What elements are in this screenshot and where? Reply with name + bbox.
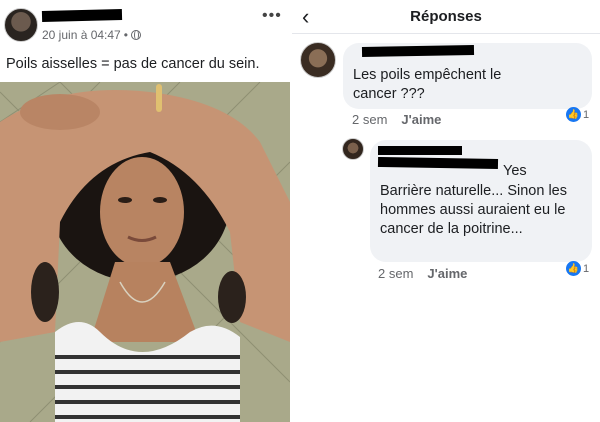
reaction-summary[interactable]: 👍 1 xyxy=(566,261,589,276)
like-button[interactable]: J'aime xyxy=(427,266,467,281)
page-title: Réponses xyxy=(410,8,482,25)
commenter-name-redacted xyxy=(361,45,475,57)
comment-actions: 2 sem J'aime xyxy=(352,112,441,127)
post-card: 20 juin à 04:47 • ••• Poils aisselles = … xyxy=(0,0,292,422)
comment-time[interactable]: 2 sem xyxy=(352,112,387,127)
reply-text-prefix: Yes xyxy=(503,163,527,179)
header-divider xyxy=(292,33,600,34)
post-meta: 20 juin à 04:47 • xyxy=(42,28,141,42)
comment-avatar[interactable] xyxy=(300,42,336,78)
reaction-count: 1 xyxy=(583,108,590,121)
globe-icon xyxy=(130,30,141,40)
meta-separator: • xyxy=(123,28,128,42)
reply-time[interactable]: 2 sem xyxy=(378,266,413,281)
reaction-count: 1 xyxy=(583,262,590,275)
reaction-summary[interactable]: 👍 1 xyxy=(566,107,589,122)
replier-name-redacted xyxy=(378,146,462,155)
thumbs-up-icon: 👍 xyxy=(566,107,581,122)
thumbs-up-icon: 👍 xyxy=(566,261,581,276)
more-options-icon[interactable]: ••• xyxy=(262,7,282,25)
post-photo[interactable] xyxy=(0,82,290,422)
post-text: Poils aisselles = pas de cancer du sein. xyxy=(6,56,260,72)
comment-text: Les poils empêchent le cancer ??? xyxy=(353,67,502,102)
mention-redacted xyxy=(377,156,499,170)
replies-panel: ‹ Réponses Les poils empêchent le cancer… xyxy=(292,0,600,422)
post-timestamp[interactable]: 20 juin à 04:47 xyxy=(42,28,121,42)
author-name-redacted xyxy=(41,8,123,23)
like-button[interactable]: J'aime xyxy=(401,112,441,127)
reply-avatar[interactable] xyxy=(342,138,364,160)
photo-illustration xyxy=(0,82,290,422)
reply-text: Barrière naturelle... Sinon les hommes a… xyxy=(380,183,567,237)
reply-actions: 2 sem J'aime xyxy=(378,266,467,281)
avatar[interactable] xyxy=(4,8,38,42)
